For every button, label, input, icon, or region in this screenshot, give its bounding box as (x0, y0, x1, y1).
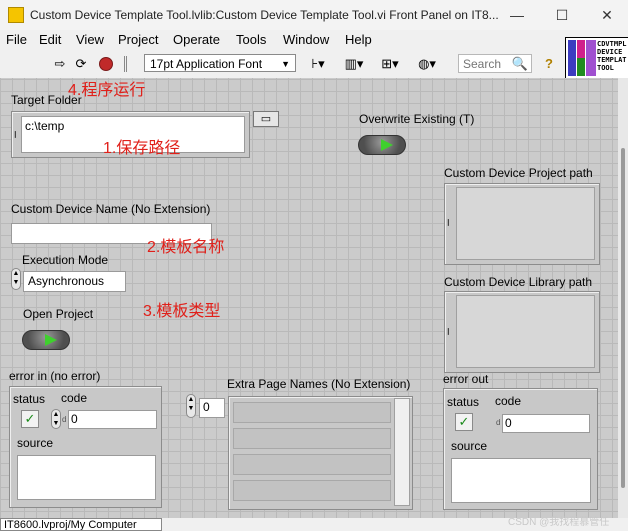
distribute-objects-icon[interactable]: ▥▾ (341, 56, 367, 72)
error-out-source-indicator (451, 458, 591, 503)
extra-page-element[interactable] (233, 402, 391, 423)
execution-mode-ring[interactable]: Asynchronous (23, 271, 126, 292)
project-context[interactable]: IT8600.lvproj/My Computer (0, 518, 162, 531)
align-objects-icon[interactable]: ⊦▾ (305, 56, 331, 72)
error-in-code-label: code (61, 391, 88, 405)
path-type-icon: ꞁ (14, 128, 17, 138)
cd-project-path-indicator (456, 187, 595, 260)
help-icon[interactable]: ? (541, 56, 557, 72)
error-out-status-label: status (447, 395, 480, 409)
watermark: CSDN @我找程慕管任 (508, 517, 610, 528)
error-in-source-input[interactable] (17, 455, 156, 500)
labview-app-icon (8, 7, 24, 23)
path-type-icon: ꞁ (447, 325, 450, 335)
error-out-code-label: code (495, 394, 522, 408)
open-project-toggle[interactable] (22, 330, 70, 350)
minimize-button[interactable]: — (508, 6, 526, 24)
window-title: Custom Device Template Tool.lvlib:Custom… (30, 8, 499, 22)
error-in-source-label: source (17, 436, 54, 450)
extra-pages-scrollbar[interactable] (394, 398, 410, 506)
menu-file[interactable]: File (6, 32, 27, 47)
error-in-label: error in (no error) (9, 369, 101, 383)
error-in-status-checkbox[interactable]: ✓ (21, 410, 39, 428)
text-settings-dropdown[interactable]: 17pt Application Font ▼ (144, 54, 296, 72)
run-arrow-icon[interactable]: ⇨ (52, 56, 68, 72)
vi-icon-text-1: CDVTMPL (597, 40, 627, 48)
cd-project-path-label: Custom Device Project path (444, 166, 593, 180)
search-box[interactable]: 🔍 (458, 54, 532, 73)
extra-page-element[interactable] (233, 428, 391, 449)
vi-icon-text-4: TOOL (597, 64, 614, 72)
maximize-button[interactable]: ☐ (553, 6, 571, 24)
chevron-down-icon: ▼ (281, 59, 290, 69)
menu-project[interactable]: Project (118, 32, 158, 47)
open-project-label: Open Project (23, 307, 94, 321)
browse-folder-icon[interactable]: ▭ (253, 111, 279, 127)
error-out-label: error out (443, 372, 489, 386)
menu-view[interactable]: View (76, 32, 104, 47)
extra-pages-label: Extra Page Names (No Extension) (227, 377, 411, 391)
search-input[interactable] (459, 55, 513, 72)
title-bar: Custom Device Template Tool.lvlib:Custom… (0, 0, 628, 30)
error-in-code-value: 0 (71, 412, 78, 426)
annotation-path: 1.保存路径 (103, 140, 181, 157)
overwrite-toggle[interactable] (358, 135, 406, 155)
cd-name-label: Custom Device Name (No Extension) (11, 202, 211, 216)
reorder-icon[interactable]: ◍▾ (414, 56, 440, 72)
search-icon[interactable]: 🔍 (512, 56, 528, 72)
scrollbar-thumb[interactable] (621, 148, 625, 488)
extra-page-element[interactable] (233, 480, 391, 501)
menu-window[interactable]: Window (283, 32, 329, 47)
error-in-code-input[interactable]: 0 (68, 410, 157, 429)
menu-tools[interactable]: Tools (236, 32, 266, 47)
cd-library-path-label: Custom Device Library path (444, 275, 593, 289)
annotation-type: 3.模板类型 (143, 303, 221, 320)
resize-objects-icon[interactable]: ⊞▾ (377, 56, 403, 72)
overwrite-label: Overwrite Existing (T) (359, 112, 475, 126)
run-continuously-icon[interactable]: ⟳ (73, 56, 89, 72)
font-setting-value: 17pt Application Font (150, 57, 263, 71)
path-type-icon: ꞁ (447, 216, 450, 226)
i32-type-icon: d (62, 415, 67, 424)
vertical-scrollbar[interactable] (618, 78, 628, 518)
error-out-status-indicator: ✓ (455, 413, 473, 431)
error-out-code-indicator: 0 (502, 414, 590, 433)
annotation-name: 2.模板名称 (147, 239, 225, 256)
execution-mode-label: Execution Mode (22, 253, 109, 267)
i32-type-icon: d (496, 418, 501, 427)
error-out-code-value: 0 (505, 416, 512, 430)
execution-mode-increment[interactable]: ▲ ▼ (11, 268, 21, 290)
vi-icon-text-2: DEVICE (597, 48, 623, 56)
menu-operate[interactable]: Operate (173, 32, 220, 47)
vi-icon-text-3: TEMPLAT (597, 56, 627, 64)
error-in-status-label: status (13, 392, 46, 406)
execution-mode-value: Asynchronous (28, 274, 105, 288)
extra-pages-index-input[interactable]: 0 (199, 398, 225, 418)
cd-library-path-indicator (456, 295, 595, 368)
extra-page-element[interactable] (233, 454, 391, 475)
target-folder-value: c:\temp (25, 119, 65, 133)
abort-icon[interactable] (99, 57, 113, 71)
error-in-code-spinner[interactable]: ▲ ▼ (51, 409, 61, 429)
extra-pages-index-spinner[interactable]: ▲ ▼ (186, 394, 196, 418)
extra-pages-index-value: 0 (203, 400, 210, 414)
error-out-source-label: source (451, 439, 488, 453)
target-folder-label: Target Folder (11, 93, 82, 107)
menu-help[interactable]: Help (345, 32, 372, 47)
vi-icon: CDVTMPL DEVICE TEMPLAT TOOL (565, 37, 628, 79)
menu-edit[interactable]: Edit (39, 32, 61, 47)
pause-icon[interactable] (124, 56, 141, 72)
close-button[interactable]: ✕ (598, 6, 616, 24)
